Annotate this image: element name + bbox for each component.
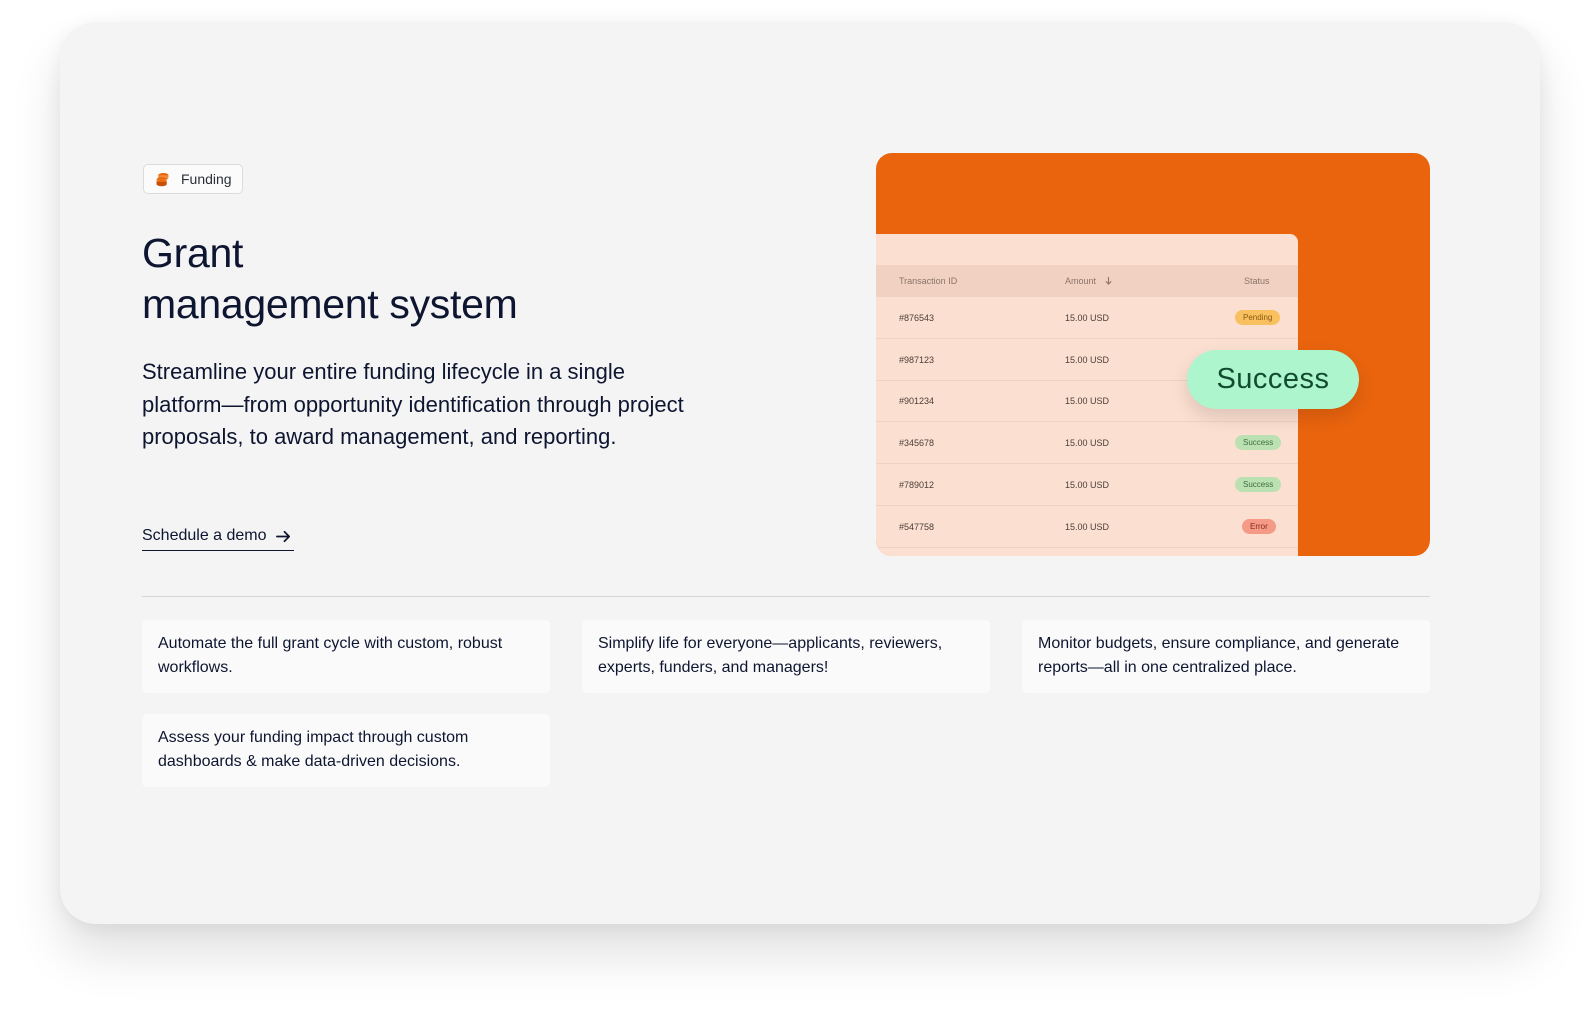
header-status: Status <box>1244 276 1270 286</box>
row-amount: 15.00 USD <box>1065 522 1110 532</box>
schedule-demo-link[interactable]: Schedule a demo <box>142 522 294 551</box>
status-badge: Success <box>1235 477 1282 492</box>
table-row: #345678 15.00 USD Success <box>876 422 1298 464</box>
row-transaction-id: #876543 <box>899 313 935 323</box>
status-badge: Pending <box>1235 310 1281 325</box>
row-amount: 15.00 USD <box>1065 355 1110 365</box>
row-amount: 15.00 USD <box>1065 313 1110 323</box>
table-row: #876543 15.00 USD Pending <box>876 297 1298 339</box>
table-header: Transaction ID Amount Status <box>876 265 1298 297</box>
header-transaction-id: Transaction ID <box>899 276 958 286</box>
table-row: #547758 15.00 USD Error <box>876 506 1298 548</box>
feature-card-workflows: Automate the full grant cycle with custo… <box>142 620 550 693</box>
row-transaction-id: #987123 <box>899 355 935 365</box>
status-badge: Error <box>1242 519 1276 534</box>
row-transaction-id: #547758 <box>899 522 935 532</box>
table-row: #789012 15.00 USD Success <box>876 464 1298 506</box>
page-title: Grant management system <box>142 228 518 330</box>
header-amount-label: Amount <box>1065 276 1097 286</box>
header-amount: Amount <box>1065 276 1113 286</box>
category-badge: Funding <box>143 164 243 194</box>
row-transaction-id: #345678 <box>899 438 935 448</box>
success-highlight-badge: Success <box>1187 350 1359 409</box>
arrow-right-icon <box>275 530 290 542</box>
hero-description: Streamline your entire funding lifecycle… <box>142 359 684 449</box>
row-amount: 15.00 USD <box>1065 480 1110 490</box>
row-amount: 15.00 USD <box>1065 438 1110 448</box>
status-badge: Success <box>1235 435 1282 450</box>
sort-down-icon <box>1104 276 1112 285</box>
feature-card-impact: Assess your funding impact through custo… <box>142 714 550 787</box>
row-amount: 15.00 USD <box>1065 396 1110 406</box>
product-illustration: Transaction ID Amount Status #876543 15.… <box>876 153 1430 556</box>
page-title-line1: Grant <box>142 230 244 276</box>
feature-card-users: Simplify life for everyone—applicants, r… <box>582 620 990 693</box>
schedule-demo-label: Schedule a demo <box>142 527 267 544</box>
feature-card-budgets: Monitor budgets, ensure compliance, and … <box>1022 620 1430 693</box>
category-badge-label: Funding <box>181 171 232 187</box>
section-divider <box>142 596 1430 597</box>
page-title-line2: management system <box>142 281 518 327</box>
row-transaction-id: #789012 <box>899 480 935 490</box>
hero-card: Funding Grant management system Streamli… <box>60 22 1540 924</box>
coins-stack-icon <box>156 172 169 186</box>
row-transaction-id: #901234 <box>899 396 935 406</box>
